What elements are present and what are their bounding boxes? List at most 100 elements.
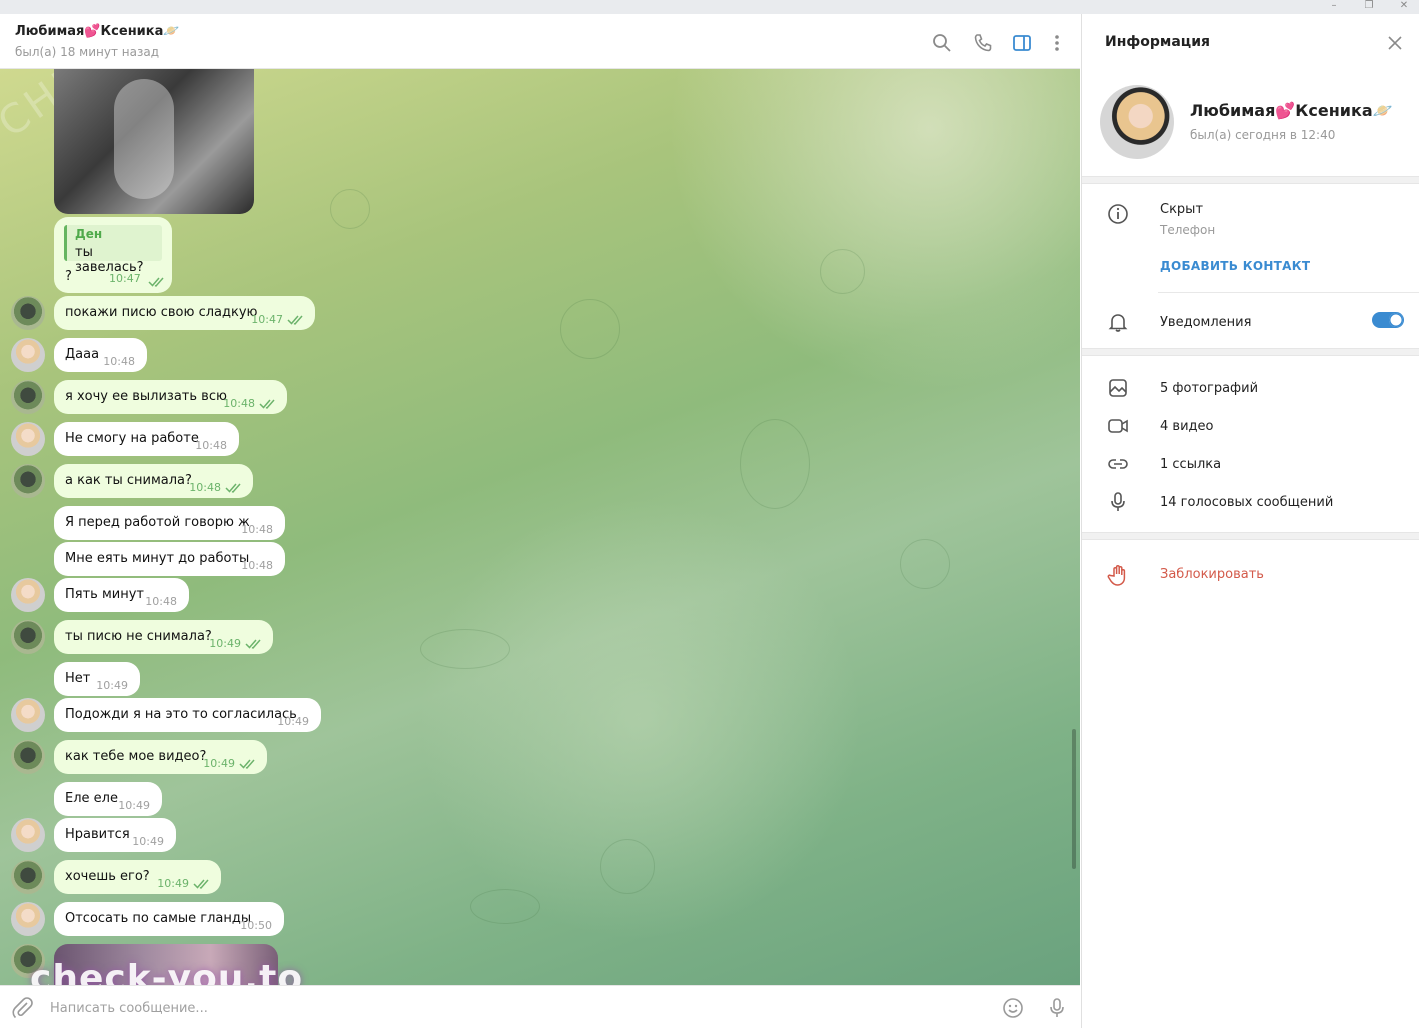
profile-avatar[interactable]: [1100, 85, 1174, 159]
bell-icon: [1108, 314, 1128, 332]
message-text: Не смогу на работе: [65, 431, 199, 446]
message-bubble-in[interactable]: Нет 10:49: [54, 662, 140, 696]
message-bubble-in[interactable]: Пять минут 10:48: [54, 578, 189, 612]
wallpaper-doodle: [470, 889, 540, 924]
reply-quoted-text: ты завелась?: [75, 245, 144, 275]
info-panel: Информация Любимая💕Ксеника🪐 был(а) сегод…: [1081, 14, 1419, 1028]
search-icon[interactable]: [931, 32, 953, 54]
message-text: а как ты снимала?: [65, 473, 192, 488]
section-divider: [1082, 176, 1419, 184]
message-list[interactable]: CHECK YOU ME Ден ты завелась? ? 10:47 по…: [0, 69, 1080, 985]
avatar[interactable]: [11, 380, 45, 414]
avatar[interactable]: [11, 422, 45, 456]
message-time: 10:49: [277, 715, 309, 728]
message-time: 10:48: [241, 523, 273, 536]
avatar[interactable]: [11, 620, 45, 654]
read-ticks-icon: [225, 483, 241, 493]
message-time: 10:49: [209, 637, 241, 650]
avatar[interactable]: [11, 860, 45, 894]
microphone-icon[interactable]: [1045, 996, 1069, 1020]
chat-header[interactable]: Любимая💕Ксеника🪐 был(а) 18 минут назад: [0, 14, 1080, 69]
message-text: ?: [65, 269, 72, 284]
message-bubble-in[interactable]: Подожди я на это то согласилась 10:49: [54, 698, 321, 732]
message-time: 10:47: [251, 313, 283, 326]
block-button[interactable]: Заблокировать: [1160, 567, 1264, 582]
divider: [1158, 292, 1419, 293]
message-time: 10:49: [96, 679, 128, 692]
wallpaper-doodle: [560, 299, 620, 359]
message-text: Нравится: [65, 827, 130, 842]
avatar[interactable]: [11, 818, 45, 852]
attach-icon[interactable]: [10, 996, 34, 1020]
profile-status: был(а) сегодня в 12:40: [1190, 128, 1336, 142]
reply-message[interactable]: Ден ты завелась? ? 10:47: [54, 217, 172, 293]
avatar[interactable]: [11, 740, 45, 774]
media-voice[interactable]: 14 голосовых сообщений: [1160, 495, 1333, 510]
message-time: 10:47: [109, 272, 141, 285]
message-bubble-out[interactable]: хочешь его? 10:49: [54, 860, 221, 894]
message-bubble-out[interactable]: я хочу ее вылизать всю 10:48: [54, 380, 287, 414]
wallpaper-doodle: [740, 419, 810, 509]
message-text: ты писю не снимала?: [65, 629, 212, 644]
section-divider: [1082, 532, 1419, 540]
close-window-button[interactable]: ✕: [1389, 0, 1419, 14]
message-input[interactable]: [50, 996, 950, 1020]
message-text: покажи писю свою сладкую: [65, 305, 258, 320]
message-text: Мне еять минут до работы: [65, 551, 250, 566]
message-text: Дааа: [65, 347, 100, 362]
message-bubble-in[interactable]: Мне еять минут до работы 10:48: [54, 542, 285, 576]
phone-icon[interactable]: [972, 32, 994, 54]
media-links[interactable]: 1 ссылка: [1160, 457, 1221, 472]
media-videos[interactable]: 4 видео: [1160, 419, 1213, 434]
reply-quote[interactable]: Ден ты завелась?: [64, 225, 162, 275]
chat-title[interactable]: Любимая💕Ксеника🪐: [15, 24, 180, 39]
hand-block-icon: [1107, 565, 1126, 586]
wallpaper-doodle: [330, 189, 370, 229]
message-time: 10:48: [145, 595, 177, 608]
close-icon[interactable]: [1385, 33, 1405, 53]
message-bubble-in[interactable]: Не смогу на работе 10:48: [54, 422, 239, 456]
avatar[interactable]: [11, 578, 45, 612]
emoji-icon[interactable]: [1001, 996, 1025, 1020]
media-photos[interactable]: 5 фотографий: [1160, 381, 1258, 396]
phone-value[interactable]: Скрыт: [1160, 202, 1203, 217]
read-ticks-icon: [239, 759, 255, 769]
add-contact-button[interactable]: ДОБАВИТЬ КОНТАКТ: [1160, 259, 1310, 273]
read-ticks-icon: [193, 879, 209, 889]
message-bubble-in[interactable]: Нравится 10:49: [54, 818, 176, 852]
message-text: Пять минут: [65, 587, 144, 602]
message-composer[interactable]: [0, 985, 1080, 1028]
message-bubble-out[interactable]: покажи писю свою сладкую 10:47: [54, 296, 315, 330]
notifications-toggle[interactable]: [1372, 312, 1404, 328]
read-ticks-icon: [148, 277, 164, 287]
message-bubble-in[interactable]: Дааа 10:48: [54, 338, 147, 372]
message-time: 10:49: [132, 835, 164, 848]
minimize-button[interactable]: –: [1319, 0, 1349, 14]
message-bubble-out[interactable]: а как ты снимала? 10:48: [54, 464, 253, 498]
message-time: 10:49: [203, 757, 235, 770]
message-time: 10:48: [241, 559, 273, 572]
message-time: 10:50: [240, 919, 272, 932]
panel-title: Информация: [1105, 34, 1210, 50]
section-divider: [1082, 348, 1419, 356]
avatar[interactable]: [11, 296, 45, 330]
message-bubble-in[interactable]: Еле еле 10:49: [54, 782, 162, 816]
maximize-button[interactable]: ❐: [1354, 0, 1384, 14]
avatar[interactable]: [11, 338, 45, 372]
video-icon: [1108, 419, 1128, 433]
message-time: 10:48: [223, 397, 255, 410]
photo-message[interactable]: [54, 69, 254, 214]
sidebar-toggle-icon[interactable]: [1011, 32, 1033, 54]
message-bubble-in[interactable]: Я перед работой говорю ж 10:48: [54, 506, 285, 540]
avatar[interactable]: [11, 902, 45, 936]
message-bubble-in[interactable]: Отсосать по самые гланды 10:50: [54, 902, 284, 936]
message-bubble-out[interactable]: ты писю не снимала? 10:49: [54, 620, 273, 654]
avatar[interactable]: [11, 698, 45, 732]
avatar[interactable]: [11, 464, 45, 498]
more-icon[interactable]: [1046, 32, 1068, 54]
message-bubble-out[interactable]: как тебе мое видео? 10:49: [54, 740, 267, 774]
message-time: 10:49: [157, 877, 189, 890]
phone-label: Телефон: [1160, 223, 1216, 237]
scrollbar[interactable]: [1072, 729, 1076, 869]
read-ticks-icon: [245, 639, 261, 649]
